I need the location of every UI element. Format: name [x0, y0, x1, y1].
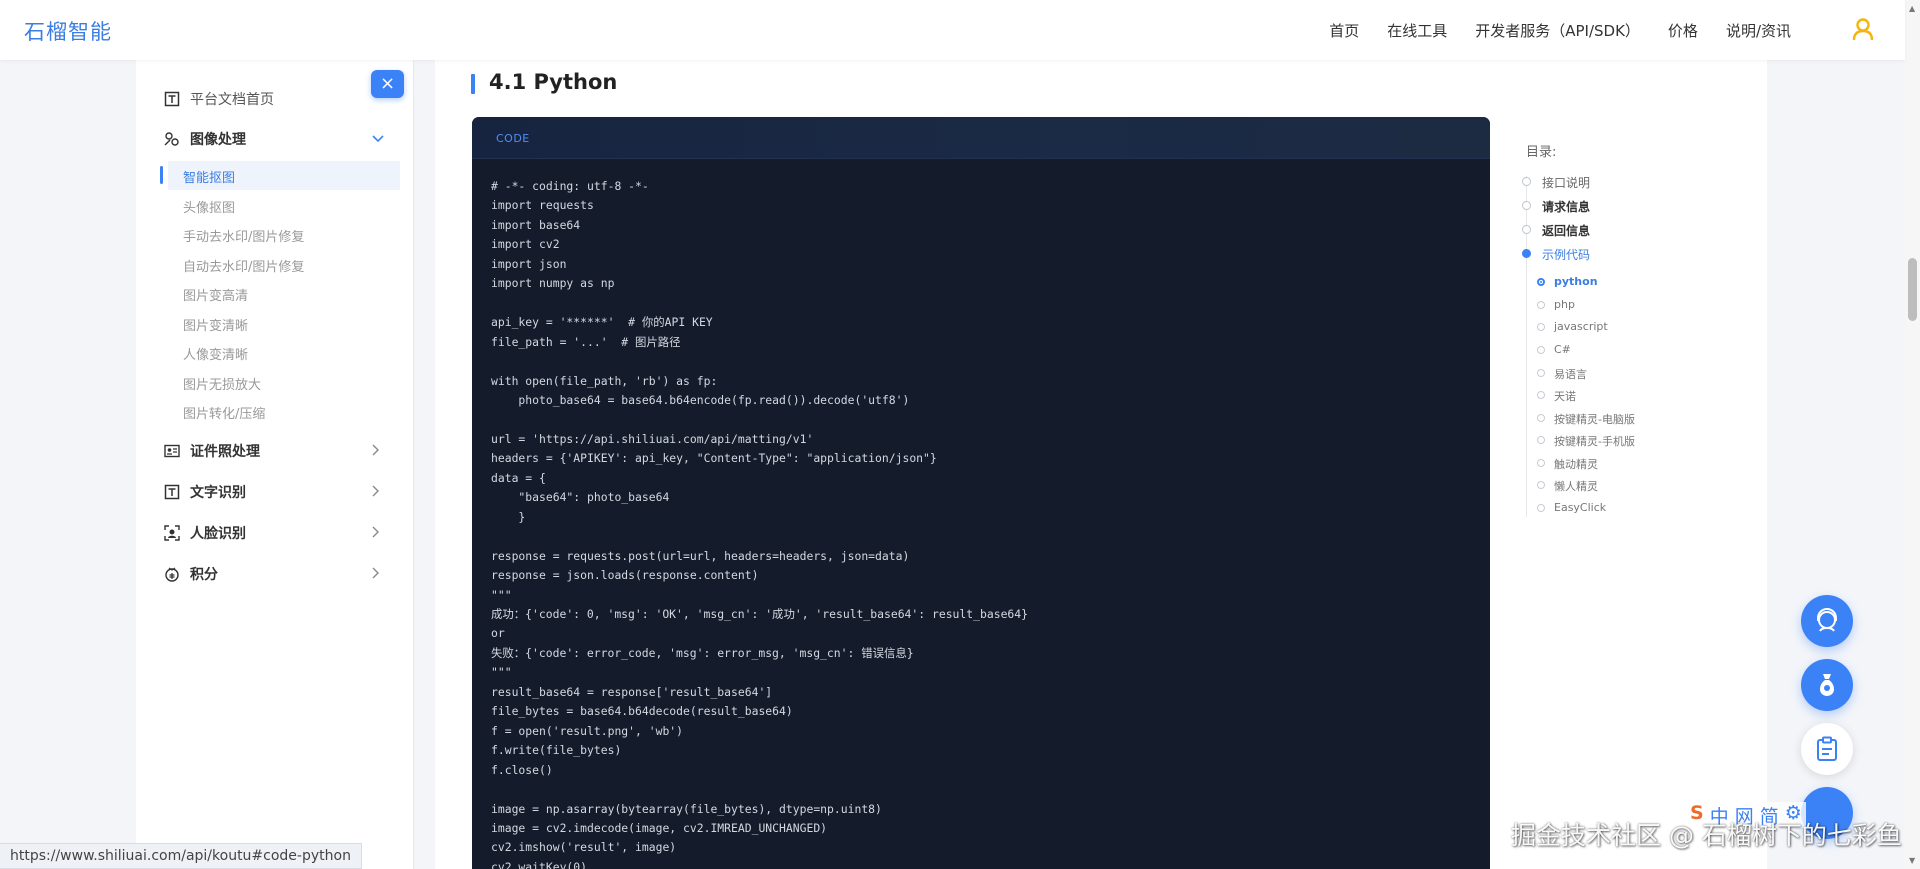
nav-developer-services[interactable]: 开发者服务（API/SDK） [1475, 20, 1640, 41]
user-icon[interactable] [1852, 17, 1874, 41]
toc-dot [1522, 177, 1531, 186]
chevron-right-icon[interactable] [372, 444, 380, 456]
toc-subdot [1537, 436, 1545, 444]
text-icon [164, 484, 180, 500]
code-block-header: CODE [472, 117, 1490, 159]
section-title: 4.1 Python [489, 70, 618, 94]
sidebar-item-smart-matting[interactable]: 智能抠图 [183, 167, 235, 186]
brand-logo[interactable]: 石榴智能 [24, 16, 112, 46]
scrollbar-thumb[interactable] [1908, 258, 1917, 321]
toc-sub-python[interactable]: python [1554, 275, 1598, 288]
toc-sub-javascript[interactable]: javascript [1554, 320, 1608, 333]
toc-sub-tiannuo[interactable]: 天诺 [1554, 388, 1576, 404]
toc-sub-chudong[interactable]: 触动精灵 [1554, 456, 1598, 472]
sidebar-group-label: 文字识别 [190, 485, 246, 501]
code-content[interactable]: # -*- coding: utf-8 -*- import requests … [491, 177, 1028, 869]
toc-subdot [1537, 323, 1545, 331]
toc-sub-php[interactable]: php [1554, 298, 1575, 311]
sidebar-group-label: 图像处理 [190, 132, 246, 148]
sidebar-group-image[interactable]: 图像处理 [164, 129, 246, 149]
toc-subdot [1537, 459, 1545, 467]
active-item-indicator [160, 166, 163, 184]
toc-subdot-active [1537, 278, 1545, 286]
wallet-button[interactable] [1801, 659, 1853, 711]
toc-sub-ajjl-pc[interactable]: 按键精灵-电脑版 [1554, 411, 1635, 427]
scroll-down-arrow[interactable]: ▼ [1909, 856, 1915, 865]
toc-subdot [1537, 369, 1545, 377]
toc-subdot [1537, 391, 1545, 399]
scroll-up-arrow[interactable]: ▲ [1909, 4, 1915, 13]
toc-item-response[interactable]: 返回信息 [1542, 222, 1590, 239]
nav-links: 首页 在线工具 开发者服务（API/SDK） 价格 说明/资讯 [1329, 20, 1791, 41]
sidebar-group-ocr[interactable]: 文字识别 [164, 482, 246, 502]
id-card-icon [164, 444, 180, 458]
toc-sub-csharp[interactable]: C# [1554, 343, 1571, 356]
toc-subdot [1537, 414, 1545, 422]
clipboard-icon [1817, 736, 1837, 761]
sidebar-group-label: 人脸识别 [190, 526, 246, 542]
toc-subdot [1537, 301, 1545, 309]
support-button[interactable] [1801, 595, 1853, 647]
nav-home[interactable]: 首页 [1329, 20, 1359, 41]
sidebar-group-face[interactable]: 人脸识别 [164, 523, 246, 543]
sidebar-item-docs-home[interactable]: 平台文档首页 [164, 89, 274, 109]
sidebar-group-id-photo[interactable]: 证件照处理 [164, 441, 260, 461]
sidebar-item-manual-watermark[interactable]: 手动去水印/图片修复 [183, 226, 304, 245]
toc-sub-ajjl-mobile[interactable]: 按键精灵-手机版 [1554, 433, 1635, 449]
money-bag-icon [1820, 674, 1834, 696]
sidebar-group-label: 积分 [190, 567, 218, 583]
sidebar-item-image-clear[interactable]: 图片变清晰 [183, 315, 248, 334]
link-status-bar: https://www.shiliuai.com/api/koutu#code-… [0, 843, 362, 869]
toc-item-request[interactable]: 请求信息 [1542, 198, 1590, 215]
support-icon [1817, 608, 1837, 632]
chevron-right-icon[interactable] [372, 567, 380, 579]
sidebar-item-avatar-matting[interactable]: 头像抠图 [183, 197, 235, 216]
watermark-text: 掘金技术社区 @ 石榴树下的七彩鱼 [1511, 821, 1902, 850]
close-sidebar-button[interactable]: × [371, 70, 404, 98]
sidebar-group-label: 证件照处理 [190, 444, 260, 460]
sidebar-item-convert-compress[interactable]: 图片转化/压缩 [183, 403, 265, 422]
sidebar: × 平台文档首页 图像处理 智能抠图 头像抠图 手动去水印/图片修复 自动去水印… [136, 60, 414, 869]
top-nav: 石榴智能 首页 在线工具 开发者服务（API/SDK） 价格 说明/资讯 [0, 0, 1905, 60]
toc-item-example-code[interactable]: 示例代码 [1542, 246, 1590, 263]
toc-subdot [1537, 504, 1545, 512]
toc-dot [1522, 225, 1531, 234]
toc-dot-active [1522, 249, 1531, 258]
nav-pricing[interactable]: 价格 [1668, 20, 1698, 41]
toc-subdot [1537, 481, 1545, 489]
doc-icon [164, 91, 180, 107]
sidebar-item-portrait-clear[interactable]: 人像变清晰 [183, 344, 248, 363]
clipboard-button[interactable] [1801, 723, 1853, 775]
chevron-down-icon[interactable] [372, 135, 384, 143]
code-block: CODE # -*- coding: utf-8 -*- import requ… [472, 117, 1490, 869]
close-icon: × [379, 73, 396, 94]
toc-dot [1522, 201, 1531, 210]
sidebar-item-auto-watermark[interactable]: 自动去水印/图片修复 [183, 256, 304, 275]
toc-item-interface[interactable]: 接口说明 [1542, 174, 1590, 191]
points-icon [165, 567, 179, 582]
sidebar-item-label: 平台文档首页 [190, 92, 274, 108]
sidebar-item-lossless-upscale[interactable]: 图片无损放大 [183, 374, 261, 393]
toc-sub-easyclick[interactable]: EasyClick [1554, 501, 1606, 514]
nav-docs-news[interactable]: 说明/资讯 [1726, 20, 1791, 41]
image-icon [164, 132, 179, 146]
toc-sub-lanren[interactable]: 懒人精灵 [1554, 478, 1598, 494]
nav-online-tools[interactable]: 在线工具 [1387, 20, 1447, 41]
sidebar-group-points[interactable]: 积分 [164, 564, 218, 584]
chevron-right-icon[interactable] [372, 485, 380, 497]
heading-accent-bar [471, 74, 475, 94]
toc-title: 目录: [1526, 145, 1557, 160]
chevron-right-icon[interactable] [372, 526, 380, 538]
face-icon [164, 525, 180, 541]
scrollbar[interactable] [1905, 0, 1920, 869]
code-language-label: CODE [496, 132, 530, 145]
toc-sub-yiyuyan[interactable]: 易语言 [1554, 366, 1587, 382]
sidebar-item-image-hd[interactable]: 图片变高清 [183, 285, 248, 304]
toc-subdot [1537, 346, 1545, 354]
